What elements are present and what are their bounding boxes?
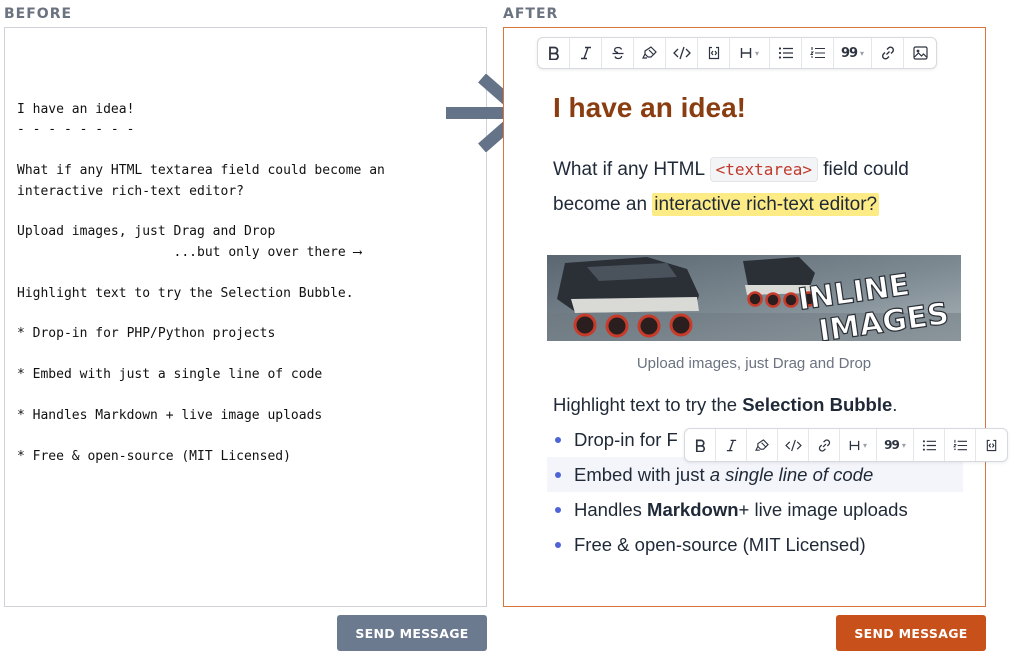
italic-icon[interactable] — [716, 429, 747, 461]
link-icon[interactable] — [809, 429, 840, 461]
send-message-button-before[interactable]: SEND MESSAGE — [337, 615, 487, 651]
bullet-dot — [555, 472, 561, 478]
textarea-line: * Embed with just a single line of code — [17, 367, 323, 383]
intro-paragraph: What if any HTML <textarea> field could … — [553, 152, 973, 222]
image-icon[interactable] — [904, 38, 936, 68]
textarea-line — [17, 345, 385, 365]
textarea-line: ...but only over there ⟶ — [17, 244, 362, 260]
textarea-line: * Handles Markdown + live image uploads — [17, 408, 323, 424]
plain-textarea[interactable]: I have an idea! - - - - - - - - What if a… — [4, 27, 487, 607]
code-icon[interactable] — [778, 429, 809, 461]
bullet-list-icon[interactable] — [770, 38, 802, 68]
highlighter-icon[interactable] — [747, 429, 778, 461]
list-item-italic: a single line of code — [709, 463, 874, 485]
bullet-dot — [555, 437, 561, 443]
textarea-line — [17, 263, 385, 283]
textarea-line: What if any HTML textarea field could be… — [17, 163, 385, 179]
bullet-list-icon[interactable] — [914, 429, 945, 461]
selection-paragraph: Highlight text to try the Selection Bubb… — [553, 394, 897, 416]
bold-icon[interactable] — [685, 429, 716, 461]
list-item-text: Embed with just — [574, 463, 705, 485]
list-item-selected: Embed with just a single line of code — [547, 457, 963, 492]
heading-icon[interactable]: ▾ — [730, 38, 770, 68]
document-heading: I have an idea! — [553, 92, 746, 123]
bold-icon[interactable] — [538, 38, 570, 68]
list-item-text-end: + live image uploads — [738, 498, 908, 520]
bullet-dot — [555, 507, 561, 513]
inline-image[interactable]: INLINE IMAGES — [547, 255, 961, 341]
list-item-text: Handles — [574, 498, 642, 520]
textarea-line: * Free & open-source (MIT Licensed) — [17, 448, 291, 464]
list-item: Free & open-source (MIT Licensed) — [553, 527, 963, 562]
code-icon[interactable] — [666, 38, 698, 68]
strikethrough-icon[interactable] — [602, 38, 634, 68]
inline-code: <textarea> — [709, 157, 818, 182]
list-item-text: Drop-in for F — [574, 428, 678, 450]
send-message-button-after[interactable]: SEND MESSAGE — [836, 615, 986, 651]
quote-icon[interactable]: 99 ▾ — [834, 38, 872, 68]
textarea-line — [17, 386, 385, 406]
quote-icon[interactable]: 99 ▾ — [877, 429, 914, 461]
textarea-line: * Drop-in for PHP/Python projects — [17, 326, 276, 342]
textarea-content: I have an idea! - - - - - - - - What if a… — [17, 100, 385, 467]
editor-toolbar: ▾ 99 ▾ — [537, 37, 937, 69]
intro-text-start: What if any HTML — [553, 159, 710, 180]
textarea-line — [17, 304, 385, 324]
italic-icon[interactable] — [570, 38, 602, 68]
heading-icon[interactable]: ▾ — [840, 429, 877, 461]
textarea-line: Highlight text to try the Selection Bubb… — [17, 285, 354, 301]
numbered-list-icon[interactable] — [802, 38, 834, 68]
bullet-dot — [555, 542, 561, 548]
code-block-icon[interactable] — [698, 38, 730, 68]
list-item-bold: Markdown — [647, 498, 739, 520]
selection-bubble-bold: Selection Bubble — [742, 394, 893, 415]
skates-illustration: INLINE IMAGES — [547, 255, 961, 341]
highlighter-icon[interactable] — [634, 38, 666, 68]
textarea-line: I have an idea! — [17, 102, 135, 117]
textarea-line — [17, 427, 385, 447]
list-item: Handles Markdown + live image uploads — [553, 492, 963, 527]
after-label: AFTER — [503, 6, 559, 22]
textarea-line — [17, 141, 385, 161]
textarea-line: interactive rich-text editor? — [17, 183, 244, 199]
link-icon[interactable] — [872, 38, 904, 68]
before-label: BEFORE — [4, 6, 73, 22]
highlighted-text: interactive rich-text editor? — [652, 193, 880, 216]
textarea-line — [17, 202, 385, 222]
textarea-line: - - - - - - - - — [17, 122, 135, 138]
textarea-line: Upload images, just Drag and Drop — [17, 224, 276, 240]
numbered-list-icon[interactable] — [945, 429, 976, 461]
selection-text-end: . — [892, 394, 898, 415]
code-block-icon[interactable] — [976, 429, 1007, 461]
image-caption: Upload images, just Drag and Drop — [636, 355, 872, 372]
selection-bubble-toolbar: ▾ 99 ▾ — [684, 428, 1008, 462]
list-item-text: Free & open-source (MIT Licensed) — [574, 533, 866, 555]
selection-text-start: Highlight text to try the — [553, 394, 743, 415]
